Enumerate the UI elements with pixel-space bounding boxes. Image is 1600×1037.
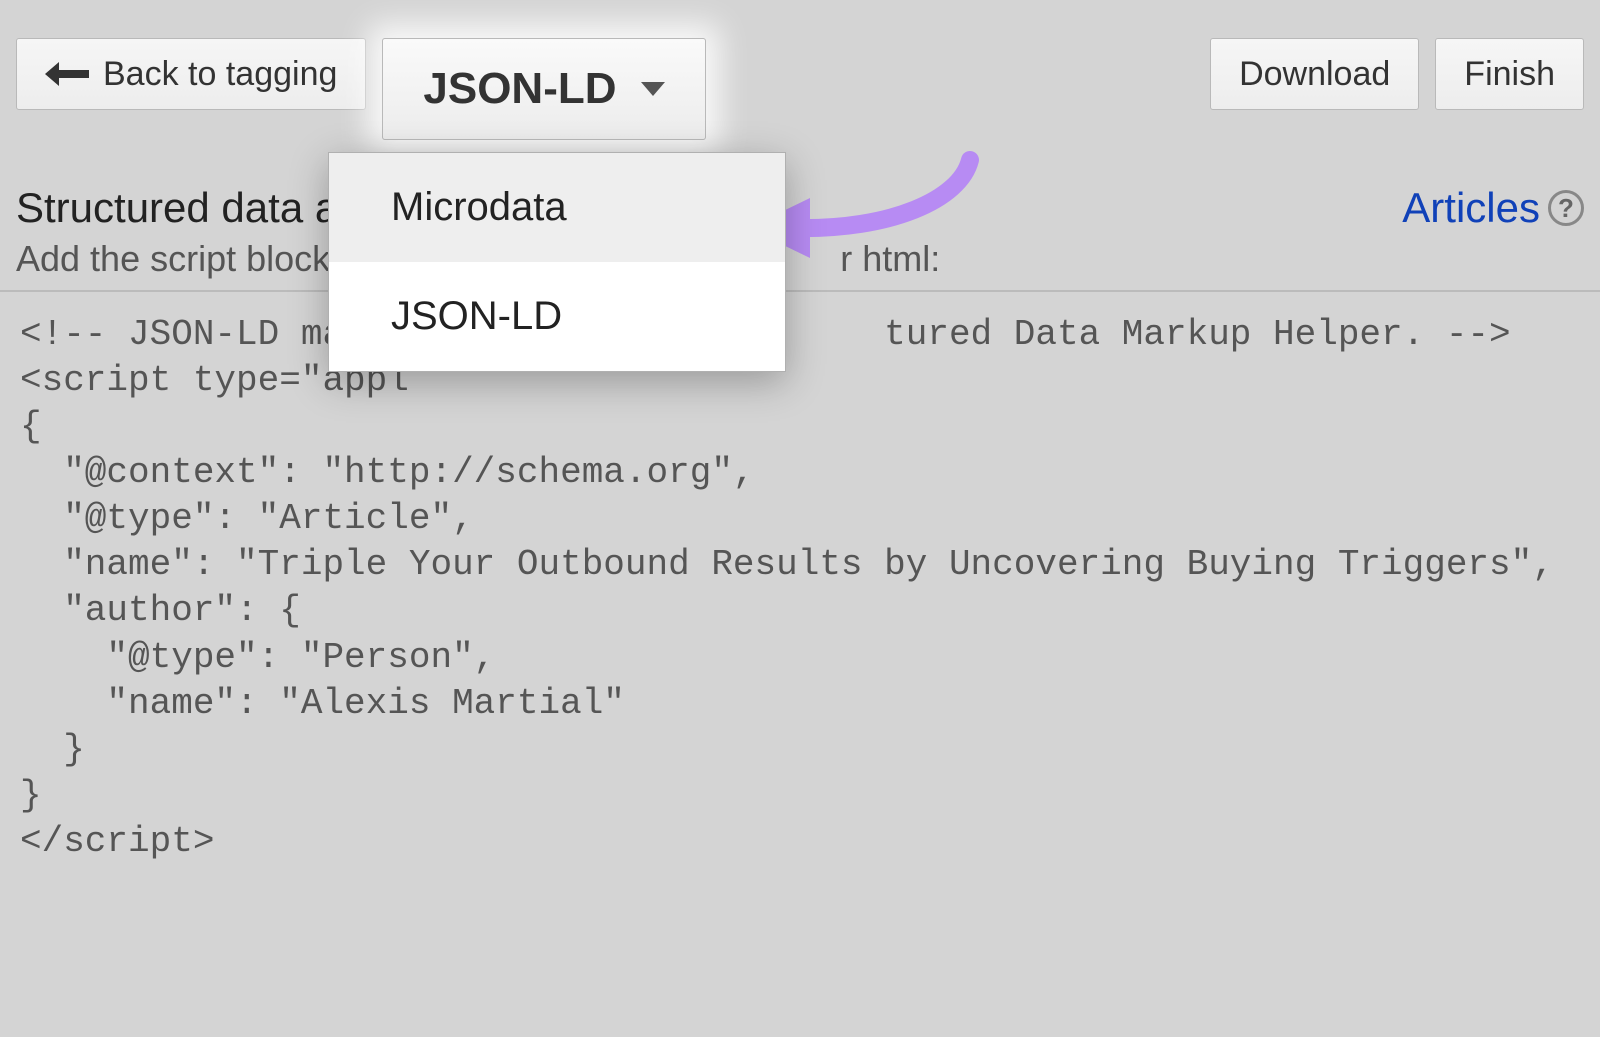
back-button-label: Back to tagging	[103, 57, 337, 91]
articles-link-label: Articles	[1402, 184, 1540, 232]
dropdown-option-microdata[interactable]: Microdata	[329, 153, 785, 262]
dropdown-option-json-ld[interactable]: JSON-LD	[329, 262, 785, 371]
page-header: Structured data a Add the script block b…	[0, 158, 1600, 292]
finish-button[interactable]: Finish	[1435, 38, 1584, 110]
back-arrow-icon	[45, 60, 89, 88]
download-button-label: Download	[1239, 57, 1390, 91]
format-selected-label: JSON-LD	[423, 67, 616, 111]
format-dropdown-button[interactable]: JSON-LD	[382, 38, 705, 140]
help-icon[interactable]: ?	[1548, 190, 1584, 226]
finish-button-label: Finish	[1464, 57, 1555, 91]
articles-link[interactable]: Articles ?	[1402, 184, 1584, 232]
download-button[interactable]: Download	[1210, 38, 1419, 110]
format-dropdown-menu: Microdata JSON-LD	[328, 152, 786, 372]
back-to-tagging-button[interactable]: Back to tagging	[16, 38, 366, 110]
code-block: <!-- JSON-LD marku tured Data Markup Hel…	[0, 292, 1600, 885]
chevron-down-icon	[641, 82, 665, 96]
toolbar: Back to tagging JSON-LD Download Finish	[0, 0, 1600, 158]
